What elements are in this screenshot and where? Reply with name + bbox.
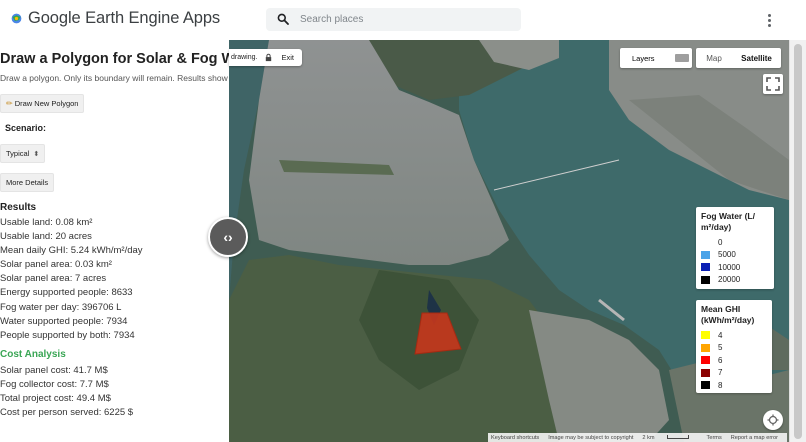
result-item: Solar panel area: 7 acres [0, 273, 107, 285]
layers-toggle[interactable] [675, 54, 689, 62]
page-scrollbar[interactable] [789, 40, 806, 442]
fullscreen-button[interactable] [763, 74, 783, 94]
pencil-icon: ✏ [6, 99, 13, 108]
more-details-label: More Details [6, 178, 49, 187]
legend-item: 6 [701, 354, 766, 367]
locate-me-button[interactable] [763, 410, 783, 430]
scenario-value: Typical [6, 149, 30, 158]
legend-item-label: 10000 [718, 262, 741, 272]
legend-swatch [701, 250, 710, 259]
lock-icon[interactable] [264, 53, 273, 62]
layers-label: Layers [632, 53, 655, 63]
legend-item: 5000 [701, 249, 768, 262]
control-panel: Draw a Polygon for Solar & Fog Water Dra… [0, 40, 229, 442]
select-caret-icon: ⬍ [33, 150, 40, 158]
legend-item: 5 [701, 342, 766, 355]
search-icon [277, 13, 289, 25]
scale-bar [666, 435, 689, 440]
app-brand[interactable]: Google Earth Engine Apps [10, 9, 220, 28]
report-map-error-link[interactable]: Report a map error [731, 435, 778, 441]
split-panel-handle[interactable]: ‹› [208, 217, 248, 257]
earth-engine-logo-icon [11, 13, 22, 24]
search-box[interactable] [266, 8, 521, 31]
map-attribution: Keyboard shortcuts Image may be subject … [488, 433, 788, 442]
cost-item: Solar panel cost: 41.7 M$ [0, 365, 108, 376]
legend-item-label: 0 [718, 237, 723, 247]
legend-item: 4 [701, 329, 766, 342]
more-options-icon[interactable] [761, 10, 777, 30]
result-item: Fog water per day: 396706 L [0, 301, 122, 313]
legend-swatch [701, 343, 710, 352]
result-item: Usable land: 0.08 km² [0, 217, 93, 228]
legend-swatch [701, 368, 710, 377]
cost-item: Cost per person served: 6225 $ [0, 407, 134, 419]
legend-item-label: 20000 [718, 275, 741, 285]
result-item: Solar panel area: 0.03 km² [0, 259, 112, 271]
legend-swatch [701, 263, 710, 272]
result-item: Water supported people: 7934 [0, 315, 128, 327]
fog-water-legend: Fog Water (L/ m²/day) 0 5000 10000 20000 [696, 207, 774, 289]
legend-swatch [701, 381, 710, 390]
result-item: Mean daily GHI: 5.24 kWh/m²/day [0, 245, 143, 257]
ghi-legend: Mean GHI (kWh/m²/day) 4 5 6 7 8 [696, 300, 772, 393]
scrollbar-thumb[interactable] [794, 44, 802, 439]
fog-legend-title: Fog Water (L/ m²/day) [701, 211, 755, 232]
legend-swatch [701, 331, 710, 340]
copyright-notice: Image may be subject to copyright [548, 434, 634, 441]
scale-label: 2 km [642, 434, 655, 441]
ghi-legend-title: Mean GHI (kWh/m²/day) [701, 304, 755, 325]
cost-item: Total project cost: 49.4 M$ [0, 393, 111, 405]
search-input[interactable] [300, 11, 510, 28]
legend-item-label: 6 [718, 355, 723, 365]
result-item: Energy supported people: 8633 [0, 287, 133, 299]
legend-item: 8 [701, 379, 766, 392]
fullscreen-icon [766, 77, 780, 91]
top-bar: Google Earth Engine Apps [0, 0, 806, 40]
layers-control[interactable]: Layers [620, 48, 692, 68]
panel-instructions: Draw a polygon. Only its boundary will r… [0, 73, 228, 83]
cost-list: Solar panel cost: 41.7 M$ Fog collector … [0, 364, 133, 420]
legend-swatch [701, 356, 710, 365]
keyboard-shortcuts-link[interactable]: Keyboard shortcuts [491, 435, 539, 441]
legend-item-label: 8 [718, 380, 723, 390]
result-item: People supported by both: 7934 [0, 329, 135, 341]
map-type-map-button[interactable]: Map [696, 54, 732, 63]
drawing-status-text: drawing. [231, 54, 258, 61]
cost-analysis-title: Cost Analysis [0, 349, 66, 360]
legend-item-label: 5000 [718, 250, 736, 260]
results-title: Results [0, 202, 37, 213]
scenario-label: Scenario: [5, 123, 47, 133]
map-type-satellite-button[interactable]: Satellite [732, 54, 781, 63]
legend-swatch [701, 238, 710, 247]
app-title: Google Earth Engine Apps [28, 9, 221, 27]
legend-item: 20000 [701, 274, 768, 287]
cost-item: Fog collector cost: 7.7 M$ [0, 379, 109, 391]
crosshair-icon [767, 414, 779, 426]
results-list: Usable land: 0.08 km² Usable land: 20 ac… [0, 216, 143, 343]
legend-item-label: 4 [718, 330, 723, 340]
draw-polygon-button[interactable]: ✏ Draw New Polygon [0, 94, 85, 113]
result-item: Usable land: 20 acres [0, 231, 92, 243]
legend-item: 7 [701, 367, 766, 380]
scenario-select[interactable]: Typical ⬍ [0, 144, 46, 163]
drawing-toolbar: drawing. Exit [229, 49, 302, 66]
more-details-button[interactable]: More Details [0, 173, 55, 192]
legend-swatch [701, 275, 710, 284]
terms-link[interactable]: Terms [707, 435, 722, 441]
legend-item: 10000 [701, 261, 768, 274]
legend-item-label: 5 [718, 343, 723, 353]
scale-indicator[interactable]: 2 km [642, 435, 697, 441]
legend-item-label: 7 [718, 368, 723, 378]
draw-polygon-label: Draw New Polygon [14, 99, 79, 108]
legend-item: 0 [701, 236, 768, 249]
exit-drawing-button[interactable]: Exit [277, 53, 298, 62]
map-type-control: Map Satellite [696, 48, 781, 68]
panel-title: Draw a Polygon for Solar & Fog Water [0, 51, 229, 67]
